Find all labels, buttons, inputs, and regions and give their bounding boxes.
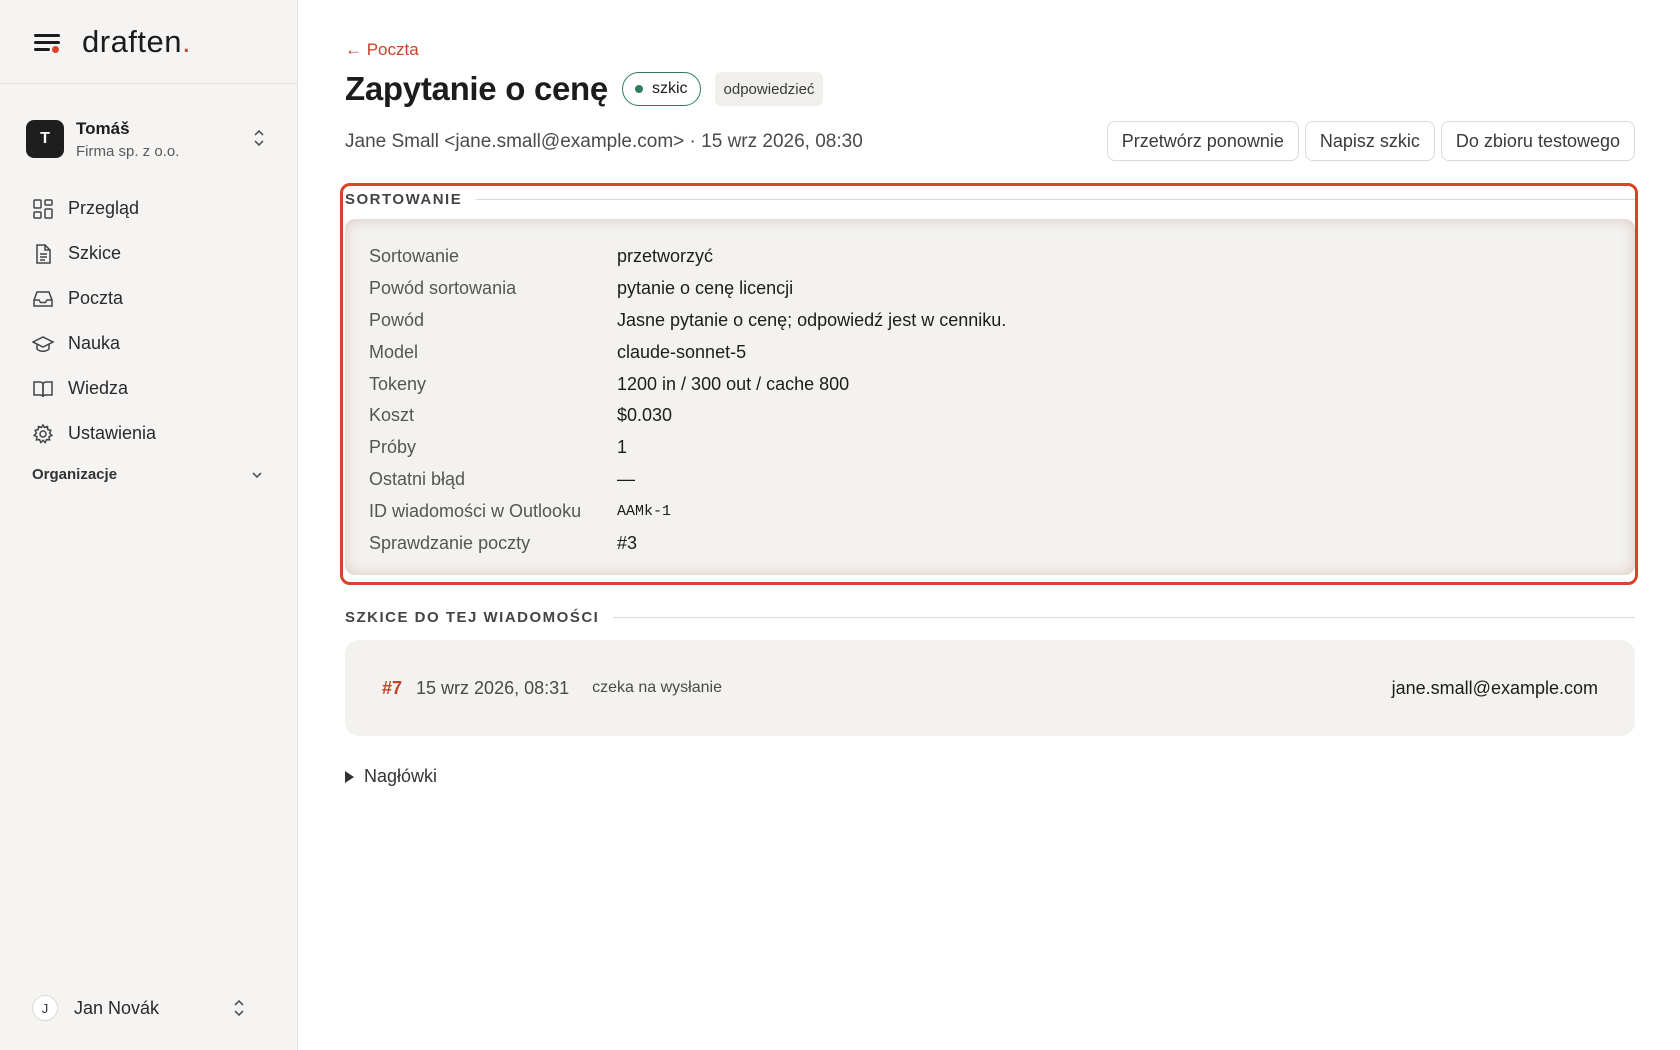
sidebar-item-nauka[interactable]: Nauka — [32, 321, 272, 366]
detail-key: Ostatni błąd — [369, 468, 466, 489]
sidebar: draften. T Tomáš Firma sp. z o.o. Przegl… — [0, 0, 298, 1050]
user-switcher[interactable]: J Jan Novák — [32, 992, 264, 1024]
detail-value: $0.030 — [617, 405, 673, 426]
detail-row: ID wiadomości w Outlooku AAMk-1 — [369, 495, 1006, 527]
write-draft-button[interactable]: Napisz szkic — [1304, 121, 1435, 161]
sidebar-item-label: Ustawienia — [68, 423, 157, 443]
add-to-test-set-button[interactable]: Do zbioru testowego — [1440, 121, 1635, 161]
detail-key: Sortowanie — [369, 246, 460, 267]
category-badge: odpowiedzieć — [714, 72, 824, 106]
headers-label: Nagłówki — [364, 766, 438, 786]
detail-row: Koszt $0.030 — [369, 400, 1006, 432]
page-title: Zapytanie o cenę — [345, 70, 608, 107]
menu-icon[interactable] — [34, 32, 60, 53]
main-content: ← Poczta Zapytanie o cenę szkic odpowied… — [340, 0, 1638, 1050]
sidebar-nav: Przegląd Szkice Poczta Nauka Wiedza Usta… — [32, 186, 272, 456]
detail-value: pytanie o cenę licencji — [617, 278, 794, 299]
chevron-down-icon — [252, 471, 262, 478]
gear-icon — [32, 423, 54, 444]
detail-value: AAMk-1 — [617, 502, 672, 520]
detail-key: Sprawdzanie poczty — [369, 532, 531, 553]
detail-row: Powód sortowania pytanie o cenę licencji — [369, 273, 1006, 305]
detail-key: Tokeny — [369, 373, 427, 394]
detail-key: Model — [369, 341, 419, 362]
sorting-details: Sortowanie przetworzyć Powód sortowania py… — [369, 241, 1006, 559]
detail-key: Powód — [369, 309, 425, 330]
detail-value: przetworzyć — [617, 246, 714, 267]
detail-value: 1200 in / 300 out / cache 800 — [617, 373, 850, 394]
chevron-updown-icon — [254, 129, 264, 147]
inbox-icon — [33, 290, 53, 307]
detail-value: #3 — [617, 532, 638, 553]
sidebar-item-label: Wiedza — [68, 378, 129, 398]
reprocess-button[interactable]: Przetwórz ponownie — [1106, 121, 1299, 161]
brand-logo: draften. — [82, 23, 192, 59]
detail-row: Sprawdzanie poczty #3 — [369, 527, 1006, 559]
detail-value: — — [617, 468, 635, 489]
organizations-label: Organizacje — [32, 466, 118, 483]
detail-row: Powód Jasne pytanie o cenę; odpowiedź jes… — [369, 305, 1006, 337]
detail-key: Powód sortowania — [369, 278, 517, 299]
dashboard-icon — [33, 198, 53, 219]
detail-key: Koszt — [369, 405, 415, 426]
chevron-updown-icon — [234, 999, 244, 1017]
detail-row: Model claude-sonnet-5 — [369, 336, 1006, 368]
divider — [613, 617, 1635, 618]
detail-row: Tokeny 1200 in / 300 out / cache 800 — [369, 368, 1006, 400]
book-icon — [33, 380, 53, 397]
org-company: Firma sp. z o.o. — [76, 142, 180, 160]
sorting-section-header: SORTOWANIE — [345, 191, 1635, 208]
sidebar-item-label: Poczta — [68, 288, 124, 308]
caret-right-icon — [345, 770, 354, 783]
drafts-section-title: SZKICE DO TEJ WIADOMOŚCI — [345, 609, 600, 626]
sidebar-item-label: Nauka — [68, 333, 121, 353]
document-icon — [36, 243, 51, 264]
org-switcher[interactable]: T Tomáš Firma sp. z o.o. — [26, 114, 274, 164]
detail-value: claude-sonnet-5 — [617, 341, 747, 362]
sorting-section-title: SORTOWANIE — [345, 191, 463, 208]
draft-recipient: jane.small@example.com — [1391, 677, 1598, 698]
detail-value: Jasne pytanie o cenę; odpowiedź jest w c… — [617, 309, 1007, 330]
action-buttons: Przetwórz ponownie Napisz szkic Do zbior… — [1106, 121, 1635, 161]
sidebar-item-label: Szkice — [68, 243, 122, 263]
sidebar-item-przeglad[interactable]: Przegląd — [32, 186, 272, 231]
title-row: Zapytanie o cenę szkic odpowiedzieć — [345, 70, 824, 108]
sidebar-item-label: Przegląd — [68, 198, 140, 218]
draft-date: 15 wrz 2026, 08:31 — [416, 677, 570, 698]
back-link[interactable]: ← Poczta — [345, 40, 419, 60]
organizations-toggle[interactable]: Organizacje — [32, 466, 264, 483]
drafts-section-header: SZKICE DO TEJ WIADOMOŚCI — [345, 609, 1635, 626]
sidebar-item-wiedza[interactable]: Wiedza — [32, 366, 272, 411]
headers-toggle[interactable]: Nagłówki — [345, 766, 437, 787]
detail-row: Ostatni błąd — — [369, 464, 1006, 496]
detail-value: 1 — [617, 437, 628, 458]
detail-key: ID wiadomości w Outlooku — [369, 500, 582, 521]
status-badge-label: szkic — [651, 80, 688, 97]
sidebar-item-poczta[interactable]: Poczta — [32, 276, 272, 321]
graduation-cap-icon — [32, 335, 54, 352]
status-badge: szkic — [621, 72, 701, 106]
draft-id[interactable]: #7 — [382, 678, 402, 699]
detail-key: Próby — [369, 437, 417, 458]
message-meta: Jane Small <jane.small@example.com> · 15… — [345, 131, 863, 152]
org-name: Tomáš — [76, 118, 130, 138]
avatar: J — [32, 995, 58, 1021]
status-dot-icon — [634, 85, 643, 93]
user-name: Jan Novák — [74, 997, 160, 1018]
detail-row: Próby 1 — [369, 432, 1006, 464]
draft-status: czeka na wysłanie — [592, 679, 722, 696]
divider — [476, 199, 1635, 200]
sidebar-item-ustawienia[interactable]: Ustawienia — [32, 411, 272, 456]
draft-row[interactable]: #7 15 wrz 2026, 08:31 czeka na wysłanie … — [345, 640, 1635, 736]
sorting-card: Sortowanie przetworzyć Powód sortowania py… — [345, 219, 1635, 575]
brand-header: draften. — [0, 0, 297, 84]
detail-row: Sortowanie przetworzyć — [369, 241, 1006, 273]
org-avatar: T — [26, 120, 64, 158]
sidebar-item-szkice[interactable]: Szkice — [32, 231, 272, 276]
